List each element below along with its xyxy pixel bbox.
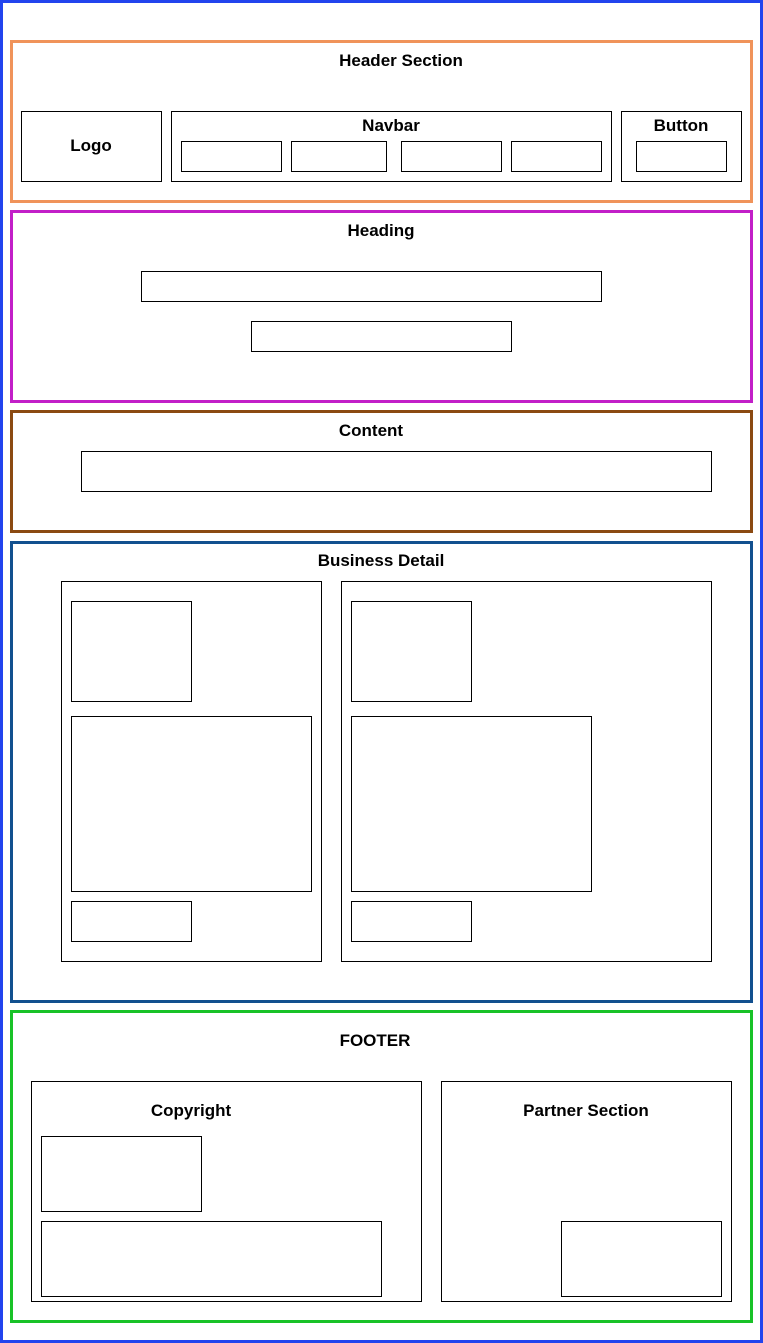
- button-placeholder: [636, 141, 727, 172]
- business-card-right-action: [351, 901, 472, 942]
- business-card-right-body: [351, 716, 592, 892]
- logo-label: Logo: [70, 136, 112, 155]
- partner-section-label: Partner Section: [523, 1101, 649, 1120]
- partner-block: [561, 1221, 722, 1297]
- header-section-title: Header Section: [339, 51, 463, 70]
- nav-item-2: [291, 141, 387, 172]
- heading-section-title: Heading: [347, 221, 415, 240]
- copyright-block-2: [41, 1221, 382, 1297]
- copyright-block-1: [41, 1136, 202, 1212]
- footer-title: FOOTER: [339, 1031, 411, 1050]
- heading-line-2: [251, 321, 512, 352]
- nav-item-1: [181, 141, 282, 172]
- content-text-box: [81, 451, 712, 492]
- business-card-left-action: [71, 901, 192, 942]
- navbar-label: Navbar: [362, 116, 420, 135]
- copyright-label: Copyright: [150, 1101, 232, 1120]
- business-card-right-image: [351, 601, 472, 702]
- nav-item-4: [511, 141, 602, 172]
- business-card-left-image: [71, 601, 192, 702]
- heading-line-1: [141, 271, 602, 302]
- nav-item-3: [401, 141, 502, 172]
- business-detail-title: Business Detail: [317, 551, 445, 570]
- content-section-title: Content: [338, 421, 404, 440]
- button-label: Button: [653, 116, 709, 135]
- business-card-left-body: [71, 716, 312, 892]
